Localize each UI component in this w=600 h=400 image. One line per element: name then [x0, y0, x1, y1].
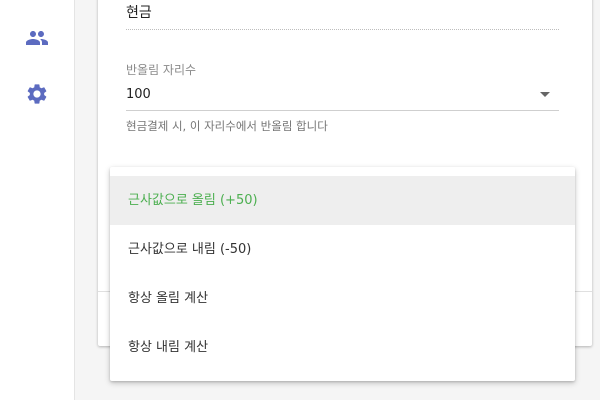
rounding-dropdown-menu: 근사값으로 올림 (+50) 근사값으로 내림 (-50) 항상 올림 계산 항…: [110, 167, 575, 381]
payment-method-underline: [126, 29, 559, 30]
dropdown-option-always-round-down[interactable]: 항상 내림 계산: [110, 323, 575, 372]
dropdown-option-round-down-nearest[interactable]: 근사값으로 내림 (-50): [110, 225, 575, 274]
rounding-select-underline: [126, 110, 559, 111]
sidebar: [0, 0, 75, 400]
people-icon[interactable]: [25, 26, 49, 50]
dropdown-option-always-round-up[interactable]: 항상 올림 계산: [110, 274, 575, 323]
dropdown-option-round-up-nearest[interactable]: 근사값으로 올림 (+50): [110, 176, 575, 225]
payment-method-value[interactable]: 현금: [126, 2, 152, 22]
rounding-select-label: 반올림 자리수: [126, 63, 197, 77]
rounding-helper-text: 현금결제 시, 이 자리수에서 반올림 합니다: [126, 119, 328, 133]
chevron-down-icon[interactable]: [540, 92, 550, 97]
rounding-select-value[interactable]: 100: [126, 87, 151, 102]
gear-icon[interactable]: [25, 82, 49, 106]
